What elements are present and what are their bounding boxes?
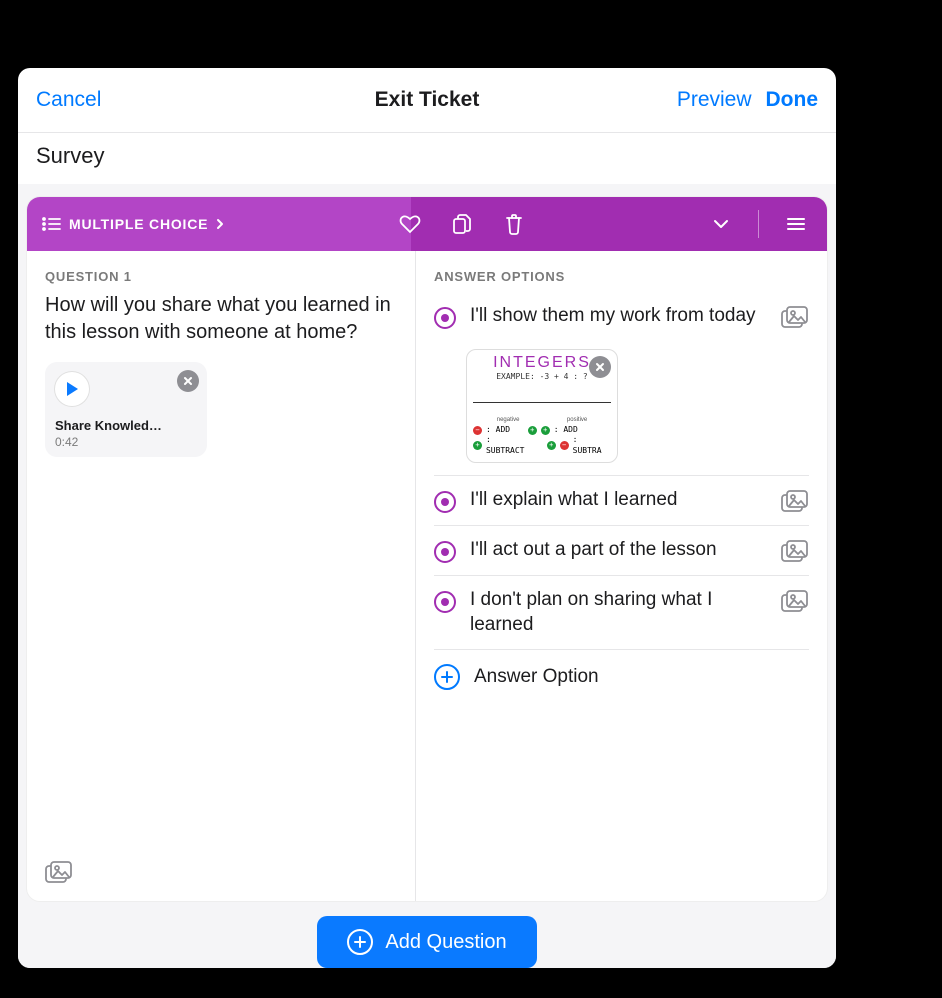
media-icon [781, 540, 809, 562]
plus-icon [347, 929, 373, 955]
media-icon [45, 861, 73, 883]
media-duration: 0:42 [55, 435, 197, 449]
play-button[interactable] [55, 372, 89, 406]
answers-column: ANSWER OPTIONS I'll show them my work fr… [416, 251, 827, 901]
trash-icon [505, 213, 523, 235]
question-column: QUESTION 1 How will you share what you l… [27, 251, 416, 901]
answer-option-4: I don't plan on sharing what I learned [434, 576, 809, 650]
duplicate-button[interactable] [441, 213, 483, 235]
media-name: Share Knowled… [55, 418, 197, 433]
assessment-title-field[interactable]: Survey [18, 133, 836, 184]
add-question-label: Add Question [385, 931, 506, 954]
question-card: MULTIPLE CHOICE [26, 196, 828, 902]
radio-icon[interactable] [434, 591, 456, 613]
remove-media-button[interactable] [177, 370, 199, 392]
answers-label: ANSWER OPTIONS [434, 269, 809, 284]
collapse-button[interactable] [700, 219, 742, 229]
delete-button[interactable] [493, 213, 535, 235]
question-type-label: MULTIPLE CHOICE [69, 216, 208, 232]
done-button[interactable]: Done [766, 88, 819, 112]
close-icon [595, 362, 605, 372]
media-icon [781, 590, 809, 612]
editor-sheet: Cancel Exit Ticket Preview Done Survey [18, 68, 836, 968]
add-answer-option-button[interactable]: Answer Option [434, 650, 809, 694]
radio-icon[interactable] [434, 491, 456, 513]
chevron-down-icon [713, 219, 729, 229]
answer-option-text[interactable]: I'll show them my work from today [470, 304, 767, 329]
plus-icon [434, 664, 460, 690]
add-question-media-button[interactable] [45, 861, 73, 883]
question-text[interactable]: How will you share what you learned in t… [45, 292, 397, 346]
navbar: Cancel Exit Ticket Preview Done [18, 68, 836, 133]
question-label: QUESTION 1 [45, 269, 397, 284]
thumb-rows: −: ADD ++: ADD +: SUBTRACT +−: SUBTRA [467, 423, 617, 458]
separator [758, 210, 759, 238]
chevron-right-icon [216, 218, 224, 230]
hamburger-icon [786, 217, 806, 231]
answer-option-1: I'll show them my work from today [434, 292, 809, 476]
thumb-numberline [473, 384, 611, 414]
media-icon [781, 490, 809, 512]
favorite-button[interactable] [389, 214, 431, 234]
close-icon [183, 376, 193, 386]
list-icon [41, 216, 61, 232]
answer-option-3: I'll act out a part of the lesson [434, 526, 809, 576]
heart-icon [399, 214, 421, 234]
card-body: QUESTION 1 How will you share what you l… [27, 251, 827, 901]
remove-option-image-button[interactable] [589, 356, 611, 378]
preview-button[interactable]: Preview [677, 88, 752, 112]
question-type-button[interactable]: MULTIPLE CHOICE [41, 216, 224, 232]
play-icon [65, 381, 79, 397]
radio-icon[interactable] [434, 307, 456, 329]
answer-option-text[interactable]: I'll explain what I learned [470, 488, 767, 513]
add-option-media-button[interactable] [781, 490, 809, 512]
card-header: MULTIPLE CHOICE [27, 197, 827, 251]
add-answer-option-label: Answer Option [474, 666, 599, 688]
add-option-media-button[interactable] [781, 540, 809, 562]
add-question-button[interactable]: Add Question [317, 916, 536, 968]
cancel-button[interactable]: Cancel [36, 88, 101, 112]
assessment-title-value: Survey [36, 143, 104, 168]
media-icon [781, 306, 809, 328]
card-area: MULTIPLE CHOICE [18, 184, 836, 968]
radio-icon[interactable] [434, 541, 456, 563]
add-option-media-button[interactable] [781, 306, 809, 328]
answer-option-text[interactable]: I don't plan on sharing what I learned [470, 588, 767, 637]
duplicate-icon [452, 213, 472, 235]
add-option-media-button[interactable] [781, 590, 809, 612]
answer-option-image[interactable]: INTEGERS EXAMPLE: -3 + 4 : ? negative po… [466, 349, 618, 463]
reorder-handle[interactable] [775, 217, 817, 231]
answer-option-text[interactable]: I'll act out a part of the lesson [470, 538, 767, 563]
question-media-chip[interactable]: Share Knowled… 0:42 [45, 362, 207, 457]
page-title: Exit Ticket [375, 88, 480, 112]
answer-option-2: I'll explain what I learned [434, 476, 809, 526]
